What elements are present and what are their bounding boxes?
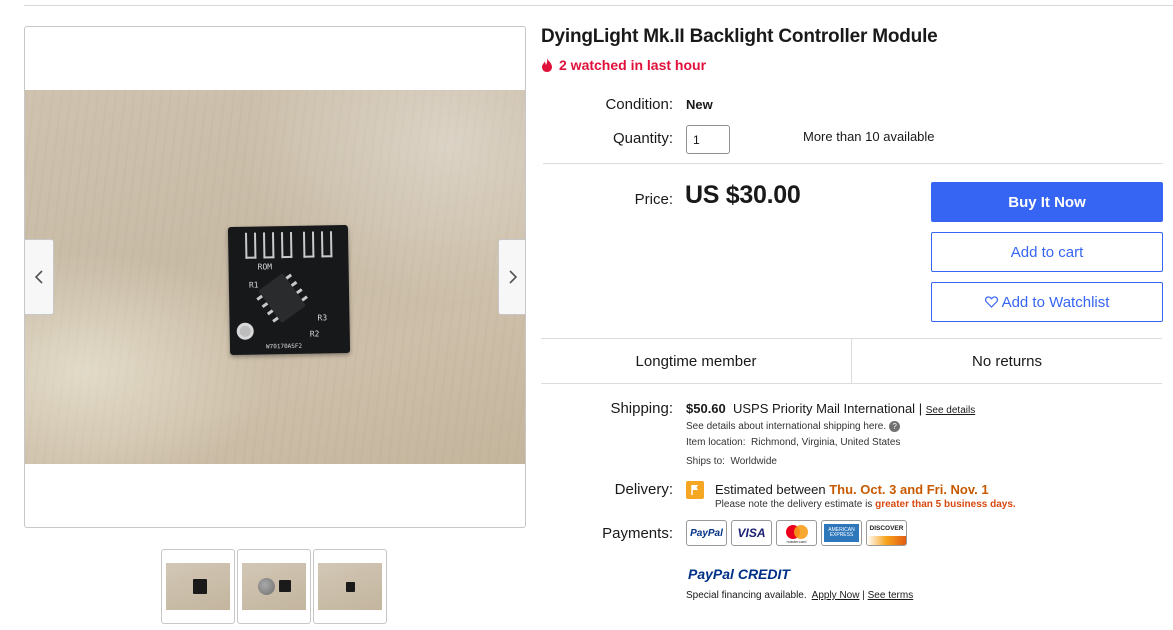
add-to-cart-button[interactable]: Add to cart (931, 232, 1163, 272)
chevron-left-icon (34, 270, 43, 284)
quantity-label: Quantity: (612, 130, 673, 147)
thumbnail-strip (161, 549, 387, 624)
flame-icon (542, 58, 552, 72)
item-location-value: Richmond, Virginia, United States (751, 437, 901, 448)
watchlist-label: Add to Watchlist (1001, 293, 1110, 311)
shipping-line: $50.60 USPS Priority Mail International … (686, 401, 975, 416)
thumbnail-1[interactable] (161, 549, 235, 624)
divider (543, 163, 1163, 164)
listing-title: DyingLight Mk.II Backlight Controller Mo… (541, 26, 938, 47)
intl-shipping-note: See details about international shipping… (686, 421, 901, 433)
gallery-prev-button[interactable] (25, 239, 54, 315)
payment-methods: PayPal VISA mastercard AMERICAN EXPRESS … (686, 520, 907, 546)
condition-value: New (686, 97, 713, 112)
heart-icon (984, 296, 998, 308)
pcb-pad (262, 232, 275, 259)
shipping-service: USPS Priority Mail International (733, 401, 916, 416)
quantity-input[interactable] (686, 125, 730, 154)
delivery-note-text: Please note the delivery estimate is (715, 499, 873, 510)
flag-icon (686, 481, 704, 499)
thumbnail-image (242, 563, 306, 610)
discover-logo-icon: DISCOVER (866, 520, 907, 546)
thumbnail-3[interactable] (313, 549, 387, 624)
watch-count: 2 watched in last hour (541, 57, 706, 73)
seller-badges: Longtime member No returns (541, 338, 1162, 384)
pcb-pad (320, 231, 333, 258)
special-financing: Special financing available. Apply Now |… (686, 590, 913, 601)
paypal-credit-logo: PayPal CREDIT (688, 566, 790, 582)
main-product-image[interactable]: ROM R1 R3 R2 W70170ASF2 (25, 90, 525, 464)
paypal-logo-icon: PayPal (686, 520, 727, 546)
mastercard-logo-icon: mastercard (776, 520, 817, 546)
price-label: Price: (634, 191, 673, 208)
ships-to-label: Ships to: (686, 456, 725, 467)
top-divider (24, 5, 1173, 6)
badge-longtime-member: Longtime member (635, 352, 757, 370)
delivery-dates: Thu. Oct. 3 and Fri. Nov. 1 (829, 482, 989, 497)
add-to-watchlist-button[interactable]: Add to Watchlist (931, 282, 1163, 322)
delivery-prefix: Estimated between (715, 482, 826, 497)
financing-divider: | (862, 590, 865, 601)
see-details-link[interactable]: See details (926, 405, 975, 416)
delivery-label: Delivery: (614, 481, 673, 498)
silk-label: R2 (309, 329, 320, 339)
shipping-label: Shipping: (610, 400, 673, 417)
silk-label: ROM (257, 262, 273, 272)
visa-logo-icon: VISA (731, 520, 772, 546)
apply-now-link[interactable]: Apply Now (812, 590, 860, 601)
condition-label: Condition: (605, 96, 673, 113)
delivery-note: Please note the delivery estimate is gre… (715, 499, 1016, 510)
delivery-note-emphasis: greater than 5 business days. (875, 499, 1016, 510)
thumbnail-2[interactable] (237, 549, 311, 624)
pcb-via (236, 322, 254, 340)
pcb-board: ROM R1 R3 R2 W70170ASF2 (227, 224, 351, 356)
watch-text: 2 watched in last hour (559, 57, 707, 73)
shipping-separator: | (918, 401, 923, 416)
ships-to: Ships to: Worldwide (686, 456, 777, 467)
availability-text: More than 10 available (803, 129, 935, 144)
silk-label: R3 (317, 313, 328, 323)
pcb-chip (256, 273, 308, 324)
help-icon[interactable]: ? (889, 421, 901, 432)
gallery-next-button[interactable] (498, 239, 525, 315)
pcb-pad (244, 232, 257, 259)
item-location-label: Item location: (686, 437, 746, 448)
amex-logo-icon: AMERICAN EXPRESS (821, 520, 862, 546)
price-value: US $30.00 (685, 181, 801, 209)
buy-it-now-button[interactable]: Buy It Now (931, 182, 1163, 222)
chevron-right-icon (509, 270, 518, 284)
see-terms-link[interactable]: See terms (868, 590, 914, 601)
shipping-cost: $50.60 (686, 401, 726, 416)
ships-to-value: Worldwide (730, 456, 777, 467)
pcb-pad (302, 231, 315, 258)
item-location: Item location: Richmond, Virginia, Unite… (686, 437, 900, 448)
badge-no-returns: No returns (851, 339, 1162, 383)
intl-note-text: See details about international shipping… (686, 421, 887, 433)
image-gallery: ROM R1 R3 R2 W70170ASF2 (24, 26, 526, 528)
silk-label: R1 (248, 280, 259, 290)
payments-label: Payments: (602, 525, 673, 542)
thumbnail-image (318, 563, 382, 610)
delivery-estimate: Estimated between Thu. Oct. 3 and Fri. N… (715, 482, 989, 497)
financing-text: Special financing available. (686, 590, 807, 601)
thumbnail-image (166, 563, 230, 610)
silk-label: W70170ASF2 (265, 342, 303, 351)
pcb-pad (280, 231, 293, 259)
